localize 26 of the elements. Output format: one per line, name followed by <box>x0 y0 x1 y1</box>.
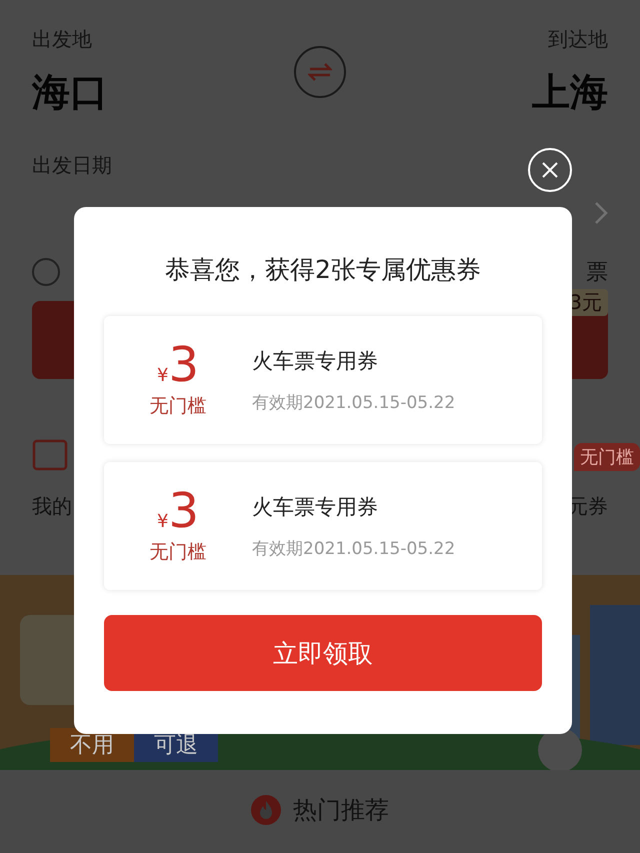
swap-button[interactable] <box>294 46 346 98</box>
section-title: 热门推荐 <box>293 795 389 826</box>
option-label: 票 <box>586 259 608 287</box>
currency-symbol: ¥ <box>157 511 168 532</box>
threshold-badge: 无门槛 <box>574 443 640 471</box>
coupon-amount: 3 <box>168 341 199 389</box>
currency-symbol: ¥ <box>157 365 168 386</box>
entry-label[interactable]: 我的 <box>32 493 72 520</box>
close-button[interactable] <box>528 148 572 192</box>
coupon-amount: 3 <box>168 487 199 535</box>
destination-city[interactable]: 上海 <box>532 67 608 118</box>
coupon-name: 火车票专用券 <box>252 348 379 374</box>
dialog-title: 恭喜您，获得2张专属优惠券 <box>165 254 481 286</box>
flame-icon <box>251 795 281 825</box>
coupon-condition: 无门槛 <box>150 540 206 565</box>
coupon-condition: 无门槛 <box>150 394 206 419</box>
chevron-icon <box>594 201 608 225</box>
ticket-icon <box>32 439 68 471</box>
coupon-name: 火车票专用券 <box>252 494 379 520</box>
coupon-validity: 有效期2021.05.15-05.22 <box>252 538 456 560</box>
coupon-validity: 有效期2021.05.15-05.22 <box>252 392 456 414</box>
swap-icon <box>308 62 332 82</box>
origin-city[interactable]: 海口 <box>32 67 108 118</box>
close-icon <box>541 161 559 179</box>
claim-button[interactable]: 立即领取 <box>104 615 542 691</box>
radio-button[interactable] <box>32 258 60 286</box>
